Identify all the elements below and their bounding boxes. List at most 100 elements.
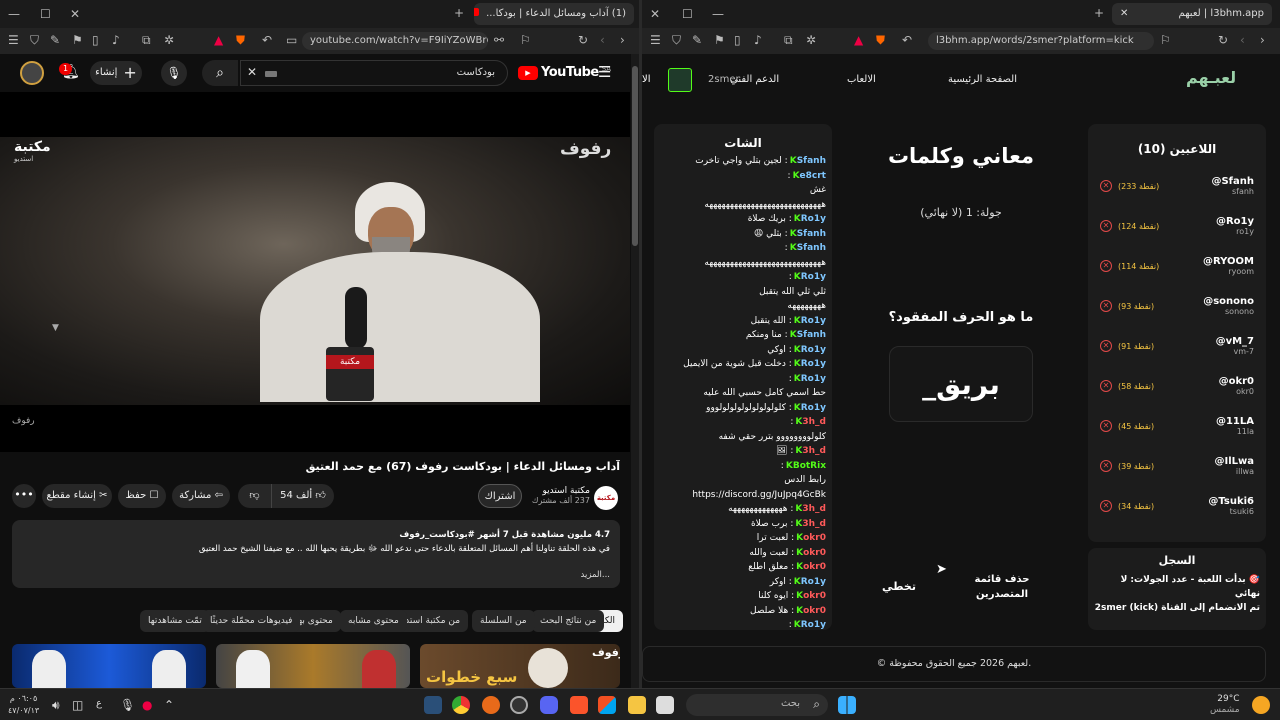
sidebar-icon[interactable]: ▯ xyxy=(92,34,99,46)
remove-player-icon[interactable]: ✕ xyxy=(1100,300,1112,312)
remove-player-icon[interactable]: ✕ xyxy=(1100,340,1112,352)
video-player[interactable]: مكتبة مكتبة استديو رفوف ▼ رفوف xyxy=(0,92,630,452)
brave-icon[interactable] xyxy=(570,696,588,714)
extension-icon[interactable]: ✎ xyxy=(50,34,60,46)
channel-name[interactable]: مكتبة استديو xyxy=(530,486,590,496)
clear-search-icon[interactable]: ✕ xyxy=(247,65,257,79)
mic-tray-icon[interactable]: 🎙︎ xyxy=(120,699,135,711)
new-tab-icon[interactable]: + xyxy=(454,7,464,19)
maximize-icon[interactable]: ☐ xyxy=(682,8,693,20)
language-indicator[interactable]: ع xyxy=(96,698,102,709)
chat-username[interactable]: 3h_d xyxy=(802,504,826,514)
chip-watched[interactable]: تمّت مشاهدتها xyxy=(140,610,210,632)
remove-player-icon[interactable]: ✕ xyxy=(1100,420,1112,432)
nav-home[interactable]: الصفحة الرئيسية xyxy=(948,74,1017,85)
channel-avatar[interactable]: مكتبة xyxy=(594,486,618,510)
page-info-icon[interactable]: ▭ xyxy=(286,34,297,46)
reload-icon[interactable]: ↻ xyxy=(1218,34,1228,46)
chat-username[interactable]: okr0 xyxy=(803,548,826,558)
vpn-icon[interactable]: ▲ xyxy=(854,34,863,46)
chat-username[interactable]: Ro1y xyxy=(801,359,826,369)
tab-l3bhm[interactable]: ✕ لعبهم | l3bhm.app xyxy=(1112,3,1272,25)
chat-username[interactable]: Sfanh xyxy=(797,156,826,166)
left-scrollbar-thumb[interactable] xyxy=(632,66,638,246)
chat-username[interactable]: Ro1y xyxy=(801,374,826,384)
search-input[interactable]: ✕ بودكاست xyxy=(240,60,508,86)
chat-username[interactable]: okr0 xyxy=(803,591,826,601)
screenshot-icon[interactable]: ⧉ xyxy=(142,34,151,46)
chat-username[interactable]: okr0 xyxy=(803,533,826,543)
store-icon[interactable] xyxy=(598,696,616,714)
nav-games[interactable]: الالعاب xyxy=(847,74,876,85)
chat-username[interactable]: Sfanh xyxy=(797,229,826,239)
create-button[interactable]: إنشاء + xyxy=(90,61,142,85)
shield-icon[interactable]: ⛉ xyxy=(672,34,681,46)
share-button[interactable]: مشاركة ⇦ xyxy=(172,484,230,508)
chat-username[interactable]: okr0 xyxy=(803,606,826,616)
bookmark-star-icon[interactable]: ⚐ xyxy=(520,34,531,46)
remove-player-icon[interactable]: ✕ xyxy=(1100,460,1112,472)
brave-shield-icon[interactable]: ⛊ xyxy=(236,34,245,46)
right-address-bar[interactable]: l3bhm.app/words/2smer?platform=kick xyxy=(928,32,1154,50)
thumbnail-2[interactable] xyxy=(216,644,410,688)
reload-icon[interactable]: ↻ xyxy=(578,34,588,46)
tab-youtube[interactable]: (1) آداب ومسائل الدعاء | بودكا... xyxy=(474,3,634,25)
windows-start-icon[interactable] xyxy=(838,696,856,714)
taskbar-search[interactable]: بحث ⌕ xyxy=(686,694,828,716)
forward-icon[interactable]: › xyxy=(1260,34,1265,46)
chat-username[interactable]: e8crt xyxy=(800,171,826,181)
obs-icon[interactable] xyxy=(510,696,528,714)
tray-chevron-icon[interactable]: ⌃ xyxy=(164,699,174,711)
site-logo[interactable]: لعبـهم xyxy=(1186,68,1236,87)
chat-username[interactable]: Ro1y xyxy=(801,316,826,326)
back-icon[interactable]: ‹ xyxy=(1240,34,1245,46)
music-icon[interactable]: ♪ xyxy=(112,34,120,46)
menu-icon[interactable]: ☰ xyxy=(8,34,19,46)
back-icon[interactable]: ‹ xyxy=(600,34,605,46)
link-icon[interactable]: ⚯ xyxy=(494,34,504,46)
hamburger-menu-icon[interactable]: ☰ xyxy=(598,65,611,80)
more-actions-button[interactable]: ••• xyxy=(12,484,36,508)
search-button[interactable]: ⌕ xyxy=(202,60,238,86)
save-button[interactable]: حفظ ☐ xyxy=(118,484,166,508)
weather-widget[interactable]: 29°C مشمس xyxy=(1210,694,1240,716)
extension-icon[interactable]: ✎ xyxy=(692,34,702,46)
remove-player-icon[interactable]: ✕ xyxy=(1100,380,1112,392)
chat-username[interactable]: Ro1y xyxy=(801,345,826,355)
dislike-button[interactable]: 👎︎ xyxy=(238,484,272,508)
close-window-icon[interactable]: ✕ xyxy=(650,8,660,20)
back-history-icon[interactable]: ↶ xyxy=(902,34,912,46)
avatar[interactable] xyxy=(20,61,44,85)
remove-player-icon[interactable]: ✕ xyxy=(1100,220,1112,232)
forward-icon[interactable]: › xyxy=(620,34,625,46)
thumbnail-3[interactable]: سبع خطوات رفوف xyxy=(420,644,620,688)
remove-player-icon[interactable]: ✕ xyxy=(1100,180,1112,192)
description-more[interactable]: ...المزيد xyxy=(22,568,611,582)
like-button[interactable]: 54 ألف 👍︎ xyxy=(272,484,334,508)
chat-username[interactable]: Ro1y xyxy=(801,403,826,413)
keyboard-icon[interactable] xyxy=(265,71,277,77)
chat-username[interactable]: Ro1y xyxy=(801,620,826,630)
back-history-icon[interactable]: ↶ xyxy=(262,34,272,46)
close-tab-icon[interactable]: ✕ xyxy=(1120,3,1128,25)
thumbnail-1[interactable] xyxy=(12,644,206,688)
bookmark-icon[interactable]: ⚑ xyxy=(72,34,83,46)
minimize-icon[interactable]: — xyxy=(712,8,724,20)
chat-username[interactable]: okr0 xyxy=(803,562,826,572)
vpn-icon[interactable]: ▲ xyxy=(214,34,223,46)
minimize-icon[interactable]: — xyxy=(8,8,20,20)
left-scrollbar[interactable] xyxy=(631,54,639,688)
folder-icon[interactable] xyxy=(628,696,646,714)
taskview-icon[interactable] xyxy=(656,696,674,714)
chat-username[interactable]: Sfanh xyxy=(797,243,826,253)
skip-button[interactable]: تخطي xyxy=(882,580,916,593)
bookmark-icon[interactable]: ⚑ xyxy=(714,34,725,46)
chat-username[interactable]: Ro1y xyxy=(801,577,826,587)
left-address-bar[interactable]: youtube.com/watch?v=F9IiYZoWBr0&t=4s xyxy=(302,32,488,50)
streamer-avatar[interactable] xyxy=(668,68,692,92)
nav-support[interactable]: الدعم الفني xyxy=(730,74,779,85)
chat-username[interactable]: 3h_d xyxy=(802,446,826,456)
clip-button[interactable]: إنشاء مقطع ✂ xyxy=(42,484,112,508)
chat-username[interactable]: BotRix xyxy=(793,461,826,471)
close-window-icon[interactable]: ✕ xyxy=(70,8,80,20)
